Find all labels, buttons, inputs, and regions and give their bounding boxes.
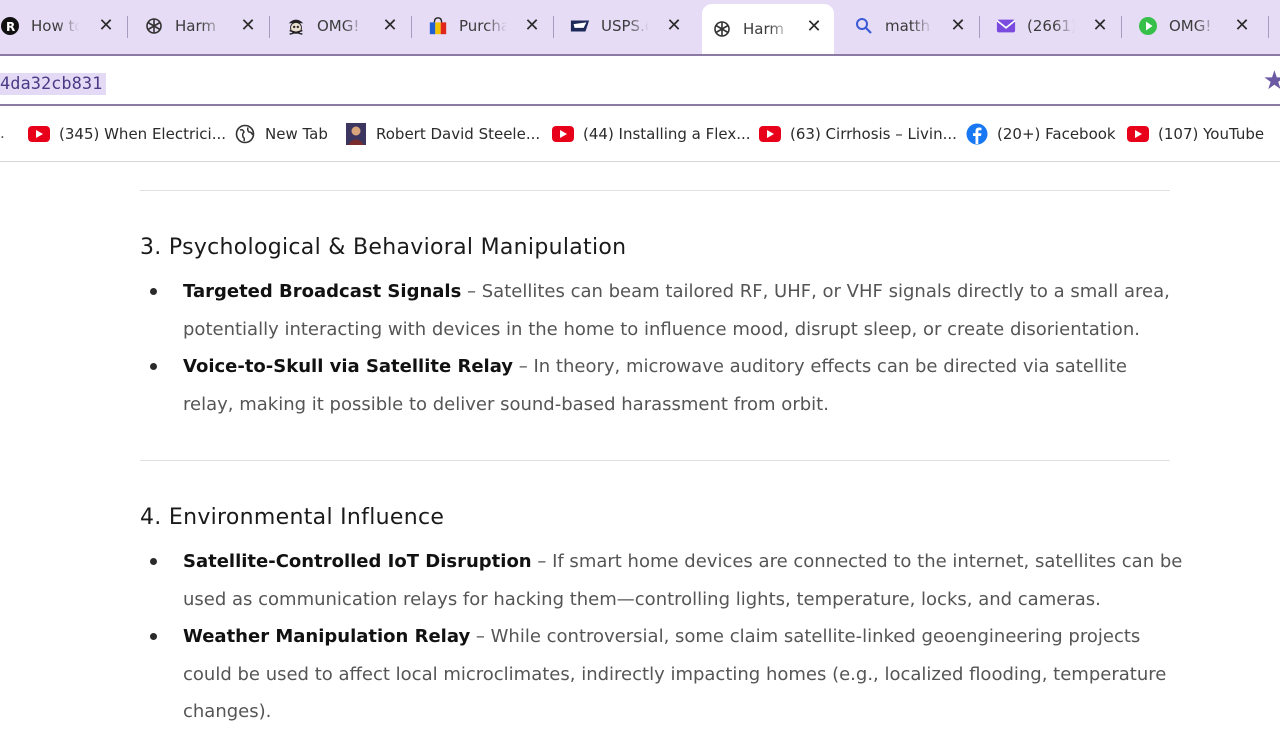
tab[interactable]: Harm ✕ (142, 4, 268, 48)
bookmark-item[interactable]: (107) YouTube (1127, 122, 1264, 146)
shopping-bag-icon (428, 16, 448, 36)
youtube-icon (759, 123, 781, 145)
overflow-dot: . (0, 124, 5, 142)
url-text[interactable]: 4da32cb831 (0, 73, 107, 95)
tab-separator (979, 16, 980, 38)
list-item: Voice-to-Skull via Satellite Relay – In … (183, 348, 1183, 423)
tab-title: OMG! (317, 17, 360, 35)
tab-active[interactable]: Harm ✕ (702, 4, 834, 54)
bookmark-item[interactable]: (20+) Facebook (966, 122, 1116, 146)
tab[interactable]: R How to ✕ (0, 4, 126, 48)
close-icon[interactable]: ✕ (1232, 16, 1252, 36)
globe-icon (234, 123, 256, 145)
tab-title: USPS.c (601, 17, 649, 35)
item-term: Voice-to-Skull via Satellite Relay (183, 356, 514, 377)
bookmark-label: (63) Cirrhosis – Livin... (790, 125, 957, 143)
close-icon[interactable]: ✕ (948, 16, 968, 36)
tab-title: OMG! (1169, 17, 1212, 35)
tab-title: (2661) (1027, 17, 1075, 35)
item-term: Weather Manipulation Relay (183, 626, 471, 647)
close-icon[interactable]: ✕ (238, 16, 258, 36)
close-icon[interactable]: ✕ (1090, 16, 1110, 36)
svg-text:R: R (6, 20, 15, 34)
youtube-icon (552, 123, 574, 145)
tab-separator (411, 16, 412, 38)
tab[interactable]: Purcha ✕ (426, 4, 552, 48)
bullet-dot (150, 288, 157, 295)
openai-icon (712, 19, 732, 39)
bookmark-label: (345) When Electrici... (59, 125, 226, 143)
close-icon[interactable]: ✕ (804, 17, 824, 37)
bookmark-item[interactable]: Robert David Steele... (345, 122, 540, 146)
chat-content: 3. Psychological & Behavioral Manipulati… (0, 162, 1280, 722)
search-icon (854, 16, 874, 36)
youtube-icon (1127, 123, 1149, 145)
portrait-icon (345, 123, 367, 145)
bookmark-item[interactable]: New Tab (234, 122, 328, 146)
bookmark-item[interactable]: (44) Installing a Flex... (552, 122, 751, 146)
list-item: Targeted Broadcast Signals – Satellites … (183, 273, 1183, 348)
section-divider (140, 460, 1170, 461)
bullet-dot (150, 558, 157, 565)
list-item: Weather Manipulation Relay – While contr… (183, 618, 1183, 731)
play-icon (1138, 16, 1158, 36)
section-heading: 4. Environmental Influence (140, 505, 445, 530)
bookmark-label: (44) Installing a Flex... (583, 125, 751, 143)
list-item: Satellite-Controlled IoT Disruption – If… (183, 543, 1183, 618)
tab[interactable]: OMG! ✕ (284, 4, 410, 48)
openai-icon (144, 16, 164, 36)
close-icon[interactable]: ✕ (664, 16, 684, 36)
tab-strip: R How to ✕ Harm ✕ OMG! ✕ Purcha ✕ USPS.c… (0, 0, 1280, 54)
usps-eagle-icon (570, 16, 590, 36)
tab-title: Harm (175, 17, 216, 35)
youtube-icon (28, 123, 50, 145)
bookmark-label: (20+) Facebook (997, 125, 1116, 143)
tab-title: How to (31, 17, 79, 35)
pirate-icon (286, 16, 306, 36)
tab-separator (127, 16, 128, 38)
tab-separator (1121, 16, 1122, 38)
tab[interactable]: (2661) ✕ (994, 4, 1120, 48)
tab-separator (269, 16, 270, 38)
bookmark-item[interactable]: (345) When Electrici... (28, 122, 226, 146)
bookmark-star-icon[interactable]: ★ (1263, 66, 1280, 96)
bullet-dot (150, 633, 157, 640)
tab-separator (553, 16, 554, 38)
section-divider (140, 190, 1170, 191)
tab-title: Purcha (459, 17, 507, 35)
bookmark-label: Robert David Steele... (376, 125, 541, 143)
section-heading: 3. Psychological & Behavioral Manipulati… (140, 235, 627, 260)
close-icon[interactable]: ✕ (522, 16, 542, 36)
address-bar[interactable]: 4da32cb831 ★ (0, 54, 1280, 106)
r-logo-icon: R (0, 16, 20, 36)
mail-icon (996, 16, 1016, 36)
tab-separator (1268, 16, 1269, 38)
bookmarks-bar: . (345) When Electrici... New Tab Robert… (0, 106, 1280, 162)
tab[interactable]: USPS.c ✕ (568, 4, 694, 48)
close-icon[interactable]: ✕ (96, 16, 116, 36)
tab-title: Harm (743, 20, 784, 38)
bookmark-label: (107) YouTube (1158, 125, 1265, 143)
facebook-icon (966, 123, 988, 145)
tab-title: matth (885, 17, 931, 35)
close-icon[interactable]: ✕ (380, 16, 400, 36)
tab[interactable]: matth ✕ (852, 4, 978, 48)
bullet-dot (150, 363, 157, 370)
item-term: Satellite-Controlled IoT Disruption (183, 551, 532, 572)
tab[interactable]: OMG! ✕ (1136, 4, 1262, 48)
item-term: Targeted Broadcast Signals (183, 281, 462, 302)
bookmark-item[interactable]: (63) Cirrhosis – Livin... (759, 122, 957, 146)
bookmark-label: New Tab (265, 125, 328, 143)
